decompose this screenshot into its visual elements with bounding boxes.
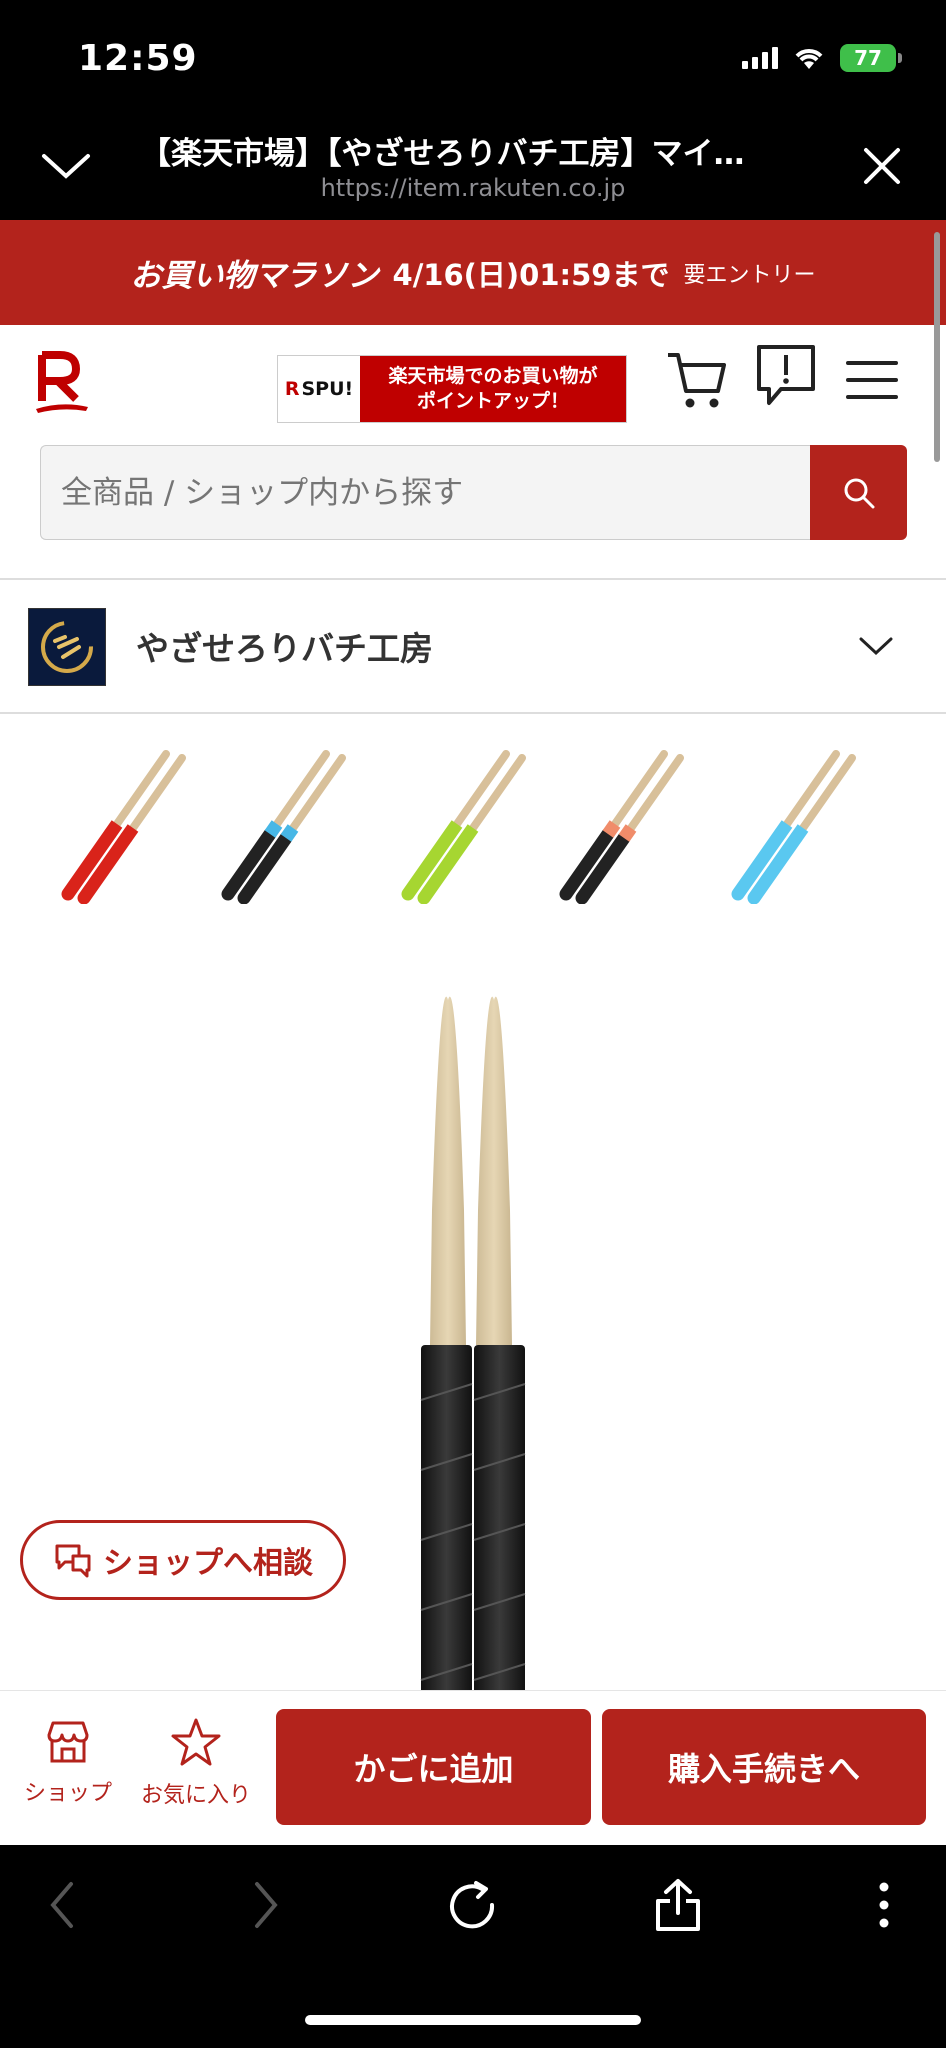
forward-button[interactable] bbox=[236, 1875, 296, 1935]
menu-icon[interactable] bbox=[846, 359, 898, 401]
battery-level: 77 bbox=[854, 46, 882, 70]
search-input[interactable] bbox=[40, 445, 812, 540]
shop-name[interactable]: やざせろりバチ工房 bbox=[136, 622, 433, 670]
consult-label: ショップへ相談 bbox=[103, 1546, 313, 1581]
browser-header: 【楽天市場】【やざせろりバチ工房】マイ… https://item.rakute… bbox=[0, 110, 946, 220]
spu-r-mark: R bbox=[284, 378, 300, 400]
chevron-down-icon[interactable] bbox=[858, 634, 894, 658]
chevron-left-icon bbox=[50, 1882, 73, 1928]
browser-toolbar bbox=[0, 1845, 946, 2048]
page-title: 【楽天市場】【やざせろりバチ工房】マイ… bbox=[140, 136, 745, 172]
status-bar: 12:59 77 bbox=[0, 0, 946, 110]
web-page: お買い物マラソン 4/16(日)01:59まで 要エントリー R SPU! 楽天… bbox=[0, 220, 946, 1845]
shop-logo bbox=[28, 608, 106, 686]
shop-button[interactable]: ショップ bbox=[20, 1717, 116, 1807]
more-button[interactable] bbox=[854, 1875, 914, 1935]
variant-thumbnails bbox=[0, 714, 946, 934]
reload-icon bbox=[450, 1881, 495, 1929]
campaign-date: 4/16(日)01:59まで bbox=[392, 257, 670, 292]
spu-message: 楽天市場でのお買い物が ポイントアップ！ bbox=[360, 356, 626, 422]
site-header: R SPU! 楽天市場でのお買い物が ポイントアップ！ bbox=[0, 325, 946, 445]
reload-button[interactable] bbox=[442, 1875, 502, 1935]
spu-label: R SPU! bbox=[284, 378, 354, 400]
chat-icon bbox=[55, 1544, 91, 1578]
chevron-right-icon bbox=[255, 1882, 278, 1928]
variant-thumbnail[interactable] bbox=[556, 734, 706, 904]
variant-thumbnail[interactable] bbox=[728, 734, 878, 904]
status-time: 12:59 bbox=[78, 38, 198, 79]
campaign-entry: 要エントリー bbox=[683, 262, 816, 288]
cellular-signal-icon bbox=[742, 47, 778, 69]
cart-icon[interactable] bbox=[666, 347, 728, 413]
search-button[interactable] bbox=[810, 445, 907, 540]
purchase-action-bar: ショップ お気に入り かごに追加 購入手続きへ bbox=[0, 1690, 946, 1845]
checkout-button[interactable]: 購入手続きへ bbox=[602, 1709, 926, 1825]
page-url: https://item.rakuten.co.jp bbox=[320, 174, 626, 202]
search-icon bbox=[844, 478, 874, 508]
favorite-button[interactable]: お気に入り bbox=[134, 1717, 258, 1809]
share-icon bbox=[656, 1879, 700, 1931]
add-to-cart-button[interactable]: かごに追加 bbox=[276, 1709, 591, 1825]
consult-shop-button[interactable]: ショップへ相談 bbox=[20, 1520, 346, 1600]
status-indicators: 77 bbox=[742, 44, 902, 72]
more-vertical-icon bbox=[879, 1882, 889, 1928]
shop-header[interactable]: やざせろりバチ工房 bbox=[0, 580, 946, 714]
variant-thumbnail[interactable] bbox=[218, 734, 368, 904]
favorite-button-label: お気に入り bbox=[140, 1783, 251, 1808]
close-icon[interactable] bbox=[860, 144, 904, 188]
shop-button-label: ショップ bbox=[23, 1781, 112, 1806]
shop-icon bbox=[47, 1721, 89, 1763]
variant-thumbnail[interactable] bbox=[398, 734, 548, 904]
rakuten-logo[interactable] bbox=[32, 347, 92, 417]
inquiry-icon[interactable] bbox=[755, 343, 817, 409]
shop-emblem-icon bbox=[41, 621, 93, 673]
search-bar bbox=[0, 445, 946, 580]
campaign-banner[interactable]: お買い物マラソン 4/16(日)01:59まで 要エントリー bbox=[0, 220, 946, 325]
spu-banner[interactable]: R SPU! 楽天市場でのお買い物が ポイントアップ！ bbox=[277, 355, 627, 423]
back-button[interactable] bbox=[32, 1875, 92, 1935]
star-icon bbox=[171, 1718, 221, 1766]
share-button[interactable] bbox=[648, 1875, 708, 1935]
campaign-name: お買い物マラソン bbox=[130, 258, 379, 294]
variant-thumbnail[interactable] bbox=[58, 734, 208, 904]
wifi-icon bbox=[795, 49, 823, 69]
home-indicator[interactable] bbox=[305, 2015, 641, 2025]
battery-icon: 77 bbox=[840, 44, 902, 72]
